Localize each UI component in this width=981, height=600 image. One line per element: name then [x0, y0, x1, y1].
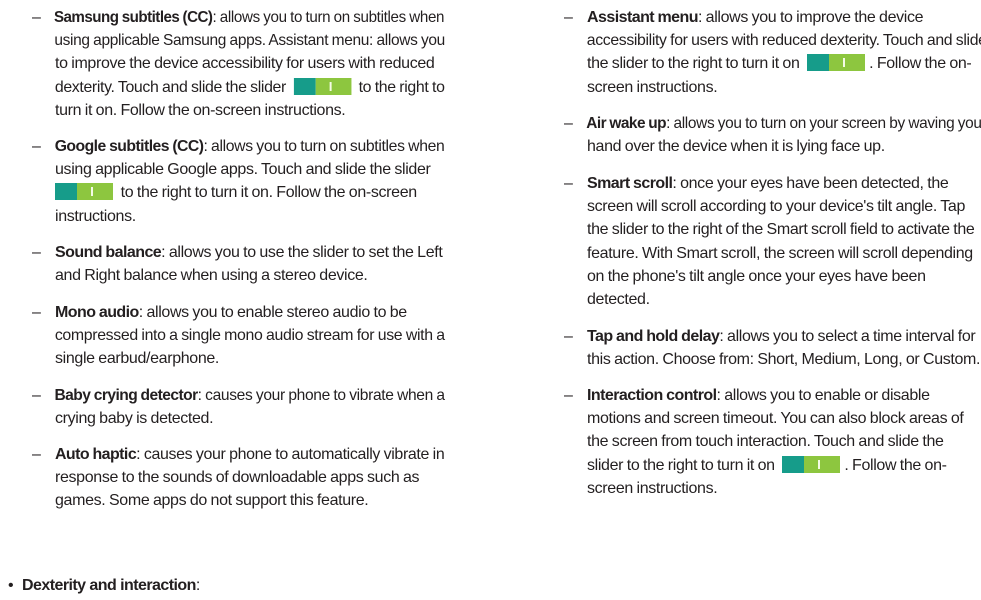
dash-marker: –	[564, 9, 573, 26]
text-fragment: dexterity. Touch and slide the slider	[54, 78, 286, 96]
text-fragment: : once your eyes have been detected, the	[672, 175, 949, 192]
text-line: the slider to the right to turn it on . …	[567, 52, 981, 75]
term-assistant-menu: Assistant menu	[587, 9, 699, 26]
term-mono-audio: Mono audio	[55, 304, 139, 321]
list-item-sound-balance: – Sound balance: allows you to use the s…	[32, 241, 445, 287]
term-dexterity-and-interaction: Dexterity and interaction	[22, 577, 196, 594]
text-fragment: to the right to turn it on. Follow the o…	[120, 184, 418, 202]
list-item-air-wake-up: – Air wake up: allows you to turn on you…	[564, 112, 981, 158]
dash-marker: –	[32, 244, 41, 261]
term-tap-and-hold-delay: Tap and hold delay	[587, 328, 720, 345]
text-line: to the right to turn it on. Follow the o…	[35, 181, 445, 204]
text-line: instructions.	[55, 207, 136, 225]
term-google-subtitles: Google subtitles (CC)	[54, 138, 204, 155]
text-line: this action. Choose from: Short, Medium,…	[587, 351, 981, 369]
text-fragment: : causes your phone to automatically vib…	[136, 446, 445, 463]
manual-page: – Samsung subtitles (CC): allows you to …	[0, 0, 981, 600]
text-line: to improve the device accessibility for …	[55, 55, 435, 73]
text-line: feature. With Smart scroll, the screen w…	[587, 244, 973, 262]
text-fragment: : allows you to turn on subtitles when	[212, 9, 445, 26]
term-sound-balance: Sound balance	[55, 244, 162, 261]
list-item-mono-audio: – Mono audio: allows you to enable stere…	[32, 301, 445, 371]
text-line: crying baby is detected.	[55, 410, 214, 428]
text-line: accessibility for users with reduced dex…	[586, 32, 981, 50]
list-item-dexterity-and-interaction: • Dexterity and interaction:	[8, 574, 200, 597]
text-line: using applicable Google apps. Touch and …	[55, 161, 431, 179]
toggle-switch-icon	[807, 54, 866, 72]
list-item-auto-haptic: – Auto haptic: causes your phone to auto…	[32, 443, 445, 513]
text-line: response to the sounds of downloadable a…	[55, 469, 420, 487]
text-line: the screen from touch interaction. Touch…	[587, 433, 944, 451]
dash-marker: –	[32, 304, 41, 321]
list-item-samsung-subtitles: – Samsung subtitles (CC): allows you to …	[32, 6, 445, 122]
text-line: Mono audio: allows you to enable stereo …	[35, 301, 445, 324]
text-line: the slider to the right of the Smart scr…	[587, 221, 975, 239]
text-fragment: slider to the right to turn it on	[587, 456, 775, 474]
text-fragment: : allows you to select a time interval f…	[719, 328, 976, 345]
text-line: screen instructions.	[587, 78, 718, 96]
text-fragment: . Follow the on-	[844, 456, 947, 474]
dash-marker: –	[564, 175, 573, 192]
text-fragment: : allows you to improve the device	[697, 9, 924, 26]
text-line: using applicable Samsung apps. Assistant…	[54, 32, 445, 50]
text-line: motions and screen timeout. You can also…	[587, 410, 964, 428]
text-line: compressed into a single mono audio stre…	[54, 327, 445, 345]
text-line: Sound balance: allows you to use the sli…	[35, 241, 445, 264]
text-line: Interaction control: allows you to enabl…	[567, 384, 981, 407]
dash-marker: –	[564, 328, 573, 345]
text-line: Tap and hold delay: allows you to select…	[567, 325, 981, 348]
text-line: Auto haptic: causes your phone to automa…	[35, 443, 445, 466]
text-line: Samsung subtitles (CC): allows you to tu…	[35, 6, 445, 29]
text-fragment: : allows you to enable stereo audio to b…	[138, 304, 407, 321]
toggle-switch-icon	[782, 455, 841, 473]
text-line: Assistant menu: allows you to improve th…	[567, 6, 981, 29]
text-fragment: : causes your phone to vibrate when a	[197, 387, 445, 404]
text-fragment: : allows you to turn on your screen by w…	[666, 115, 981, 132]
text-fragment: . Follow the on-	[869, 55, 972, 73]
text-line: screen will scroll according to your dev…	[587, 198, 965, 216]
text-line: Google subtitles (CC): allows you to tur…	[35, 135, 445, 158]
text-fragment: : allows you to enable or disable	[716, 387, 931, 404]
dash-marker: –	[564, 387, 573, 404]
list-item-smart-scroll: – Smart scroll: once your eyes have been…	[564, 172, 981, 311]
text-line: single earbud/earphone.	[55, 350, 220, 368]
toggle-switch-icon	[293, 77, 352, 95]
text-line: turn it on. Follow the on-screen instruc…	[55, 101, 346, 119]
term-smart-scroll: Smart scroll	[587, 175, 673, 192]
text-line: Air wake up: allows you to turn on your …	[567, 112, 981, 135]
term-samsung-subtitles: Samsung subtitles (CC)	[53, 9, 213, 26]
text-fragment: :	[195, 577, 200, 594]
text-line: detected.	[587, 291, 650, 309]
text-line: Baby crying detector: causes your phone …	[35, 384, 445, 407]
text-fragment: the slider to the right to turn it on	[587, 55, 800, 73]
list-item-baby-crying-detector: – Baby crying detector: causes your phon…	[32, 384, 445, 430]
list-item-tap-and-hold-delay: – Tap and hold delay: allows you to sele…	[564, 325, 981, 371]
text-line: screen instructions.	[587, 479, 718, 497]
term-interaction-control: Interaction control	[587, 387, 717, 404]
text-line: hand over the device when it is lying fa…	[587, 138, 885, 156]
term-baby-crying-detector: Baby crying detector	[54, 387, 198, 404]
text-line: games. Some apps do not support this fea…	[55, 492, 369, 510]
text-fragment: to the right to	[358, 78, 445, 96]
term-auto-haptic: Auto haptic	[54, 446, 137, 463]
text-line: slider to the right to turn it on . Foll…	[567, 454, 981, 477]
text-fragment: : allows you to turn on subtitles when	[203, 138, 445, 155]
list-item-assistant-menu: – Assistant menu: allows you to improve …	[564, 6, 981, 99]
text-line: dexterity. Touch and slide the slider to…	[35, 76, 445, 99]
text-line: and Right balance when using a stereo de…	[55, 267, 368, 285]
list-item-google-subtitles: – Google subtitles (CC): allows you to t…	[32, 135, 445, 228]
text-line: on the phone's tilt angle once your eyes…	[587, 267, 926, 285]
toggle-switch-icon	[55, 183, 113, 201]
list-item-interaction-control: – Interaction control: allows you to ena…	[564, 384, 981, 500]
text-fragment: : allows you to use the slider to set th…	[161, 244, 443, 261]
term-air-wake-up: Air wake up	[586, 115, 667, 132]
text-line: Smart scroll: once your eyes have been d…	[567, 172, 981, 195]
bullet-marker: •	[8, 577, 14, 594]
